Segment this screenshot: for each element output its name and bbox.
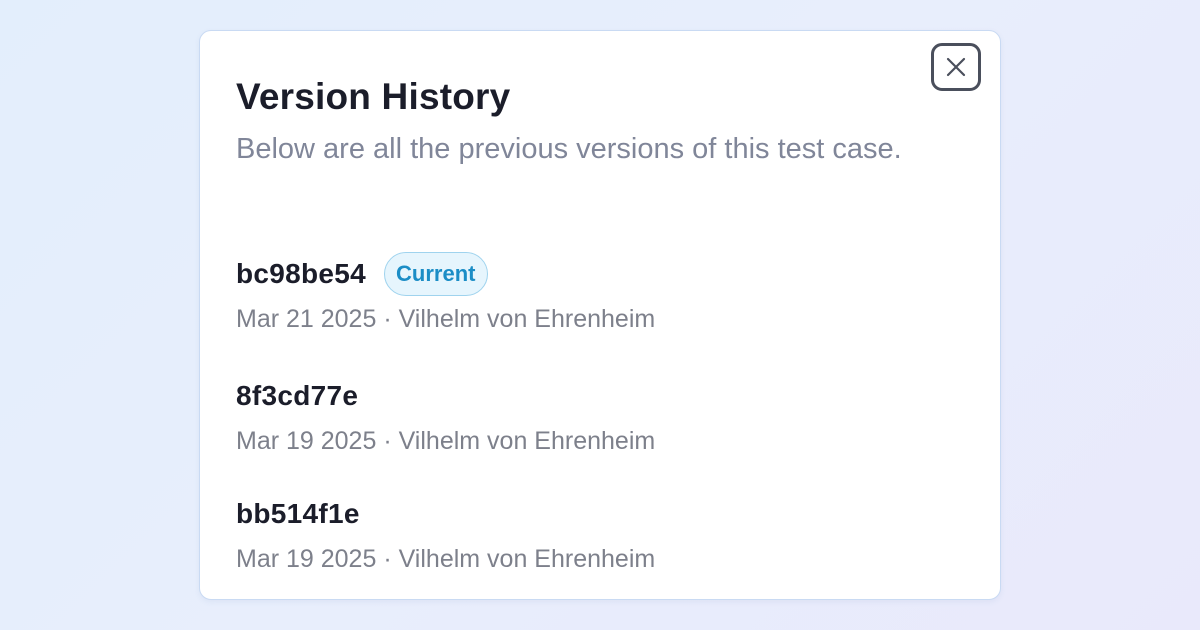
- version-item[interactable]: 8f3cd77e Mar 19 2025 · Vilhelm von Ehren…: [236, 371, 655, 457]
- version-header: bb514f1e: [236, 489, 655, 539]
- version-hash[interactable]: bc98be54: [236, 258, 366, 290]
- version-header: bc98be54 Current: [236, 249, 655, 299]
- version-hash[interactable]: 8f3cd77e: [236, 380, 358, 412]
- version-item[interactable]: bb514f1e Mar 19 2025 · Vilhelm von Ehren…: [236, 489, 655, 575]
- version-history-dialog: Version History Below are all the previo…: [199, 30, 1001, 600]
- version-meta: Mar 19 2025 · Vilhelm von Ehrenheim: [236, 427, 656, 455]
- version-meta: Mar 21 2025 · Vilhelm von Ehrenheim: [236, 305, 656, 333]
- version-meta: Mar 19 2025 · Vilhelm von Ehrenheim: [236, 545, 656, 573]
- dialog-subtitle: Below are all the previous versions of t…: [236, 133, 902, 165]
- current-badge: Current: [384, 252, 488, 296]
- close-button[interactable]: [931, 43, 981, 91]
- version-header: 8f3cd77e: [236, 371, 655, 421]
- dialog-title: Version History: [236, 76, 511, 117]
- close-icon: [946, 57, 966, 77]
- version-hash[interactable]: bb514f1e: [236, 498, 360, 530]
- version-item[interactable]: bc98be54 Current Mar 21 2025 · Vilhelm v…: [236, 249, 655, 335]
